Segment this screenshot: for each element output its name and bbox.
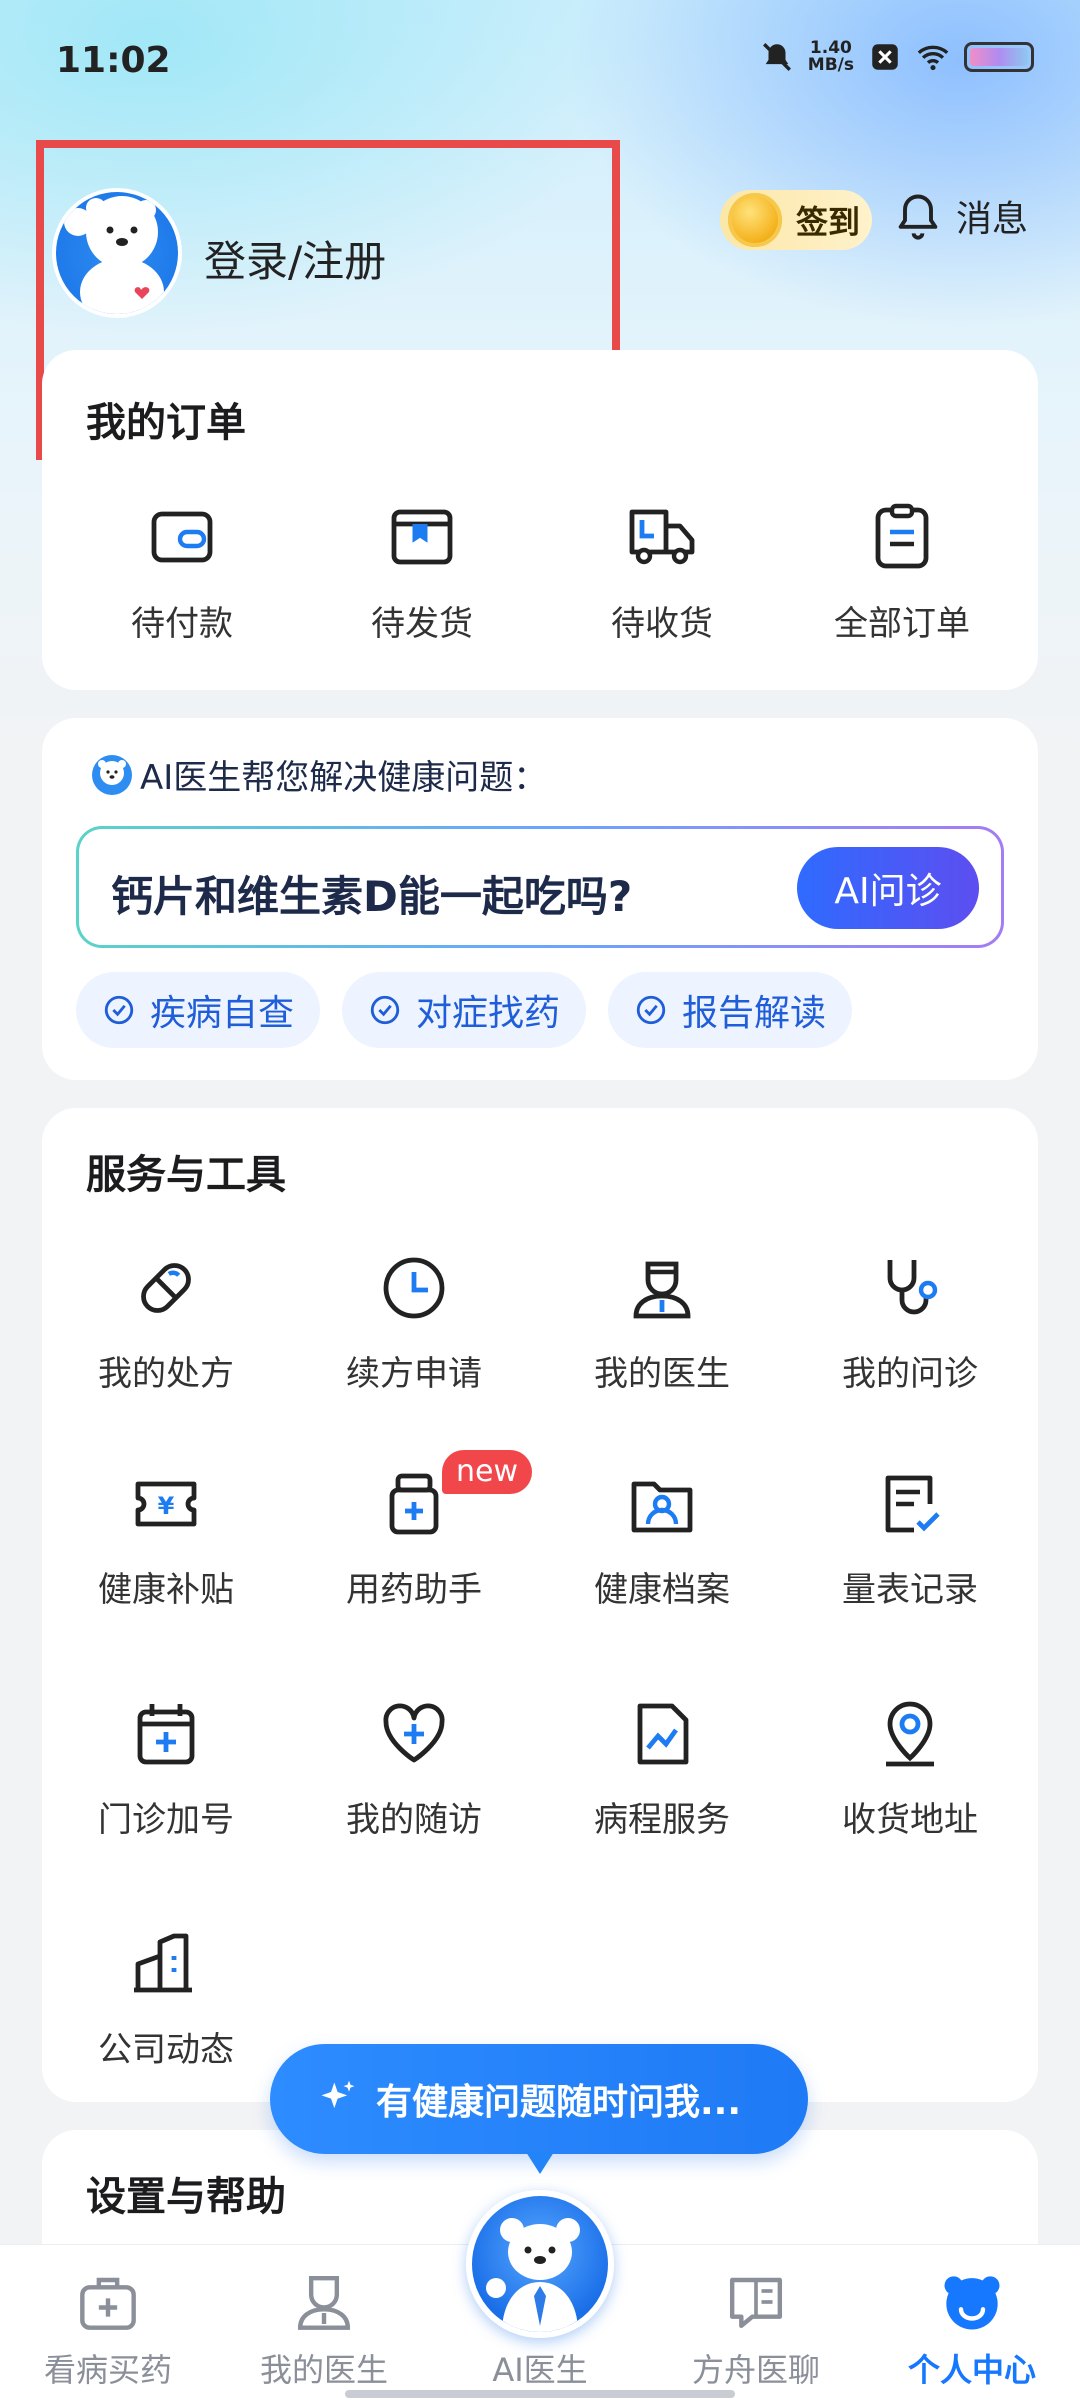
sim-x-icon <box>872 44 898 70</box>
wallet-icon <box>151 511 213 563</box>
signin-button[interactable]: 签到 <box>720 190 872 250</box>
ai-doctor-fab[interactable] <box>466 2190 614 2338</box>
check-circle-icon <box>370 995 400 1025</box>
network-speed: 1.40 MB/s <box>807 38 854 75</box>
chart-doc-icon <box>637 1703 689 1765</box>
folder-user-icon <box>631 1481 693 1533</box>
signin-label: 签到 <box>796 203 861 241</box>
chip-report-reading[interactable]: 报告解读 <box>608 972 853 1048</box>
service-my-doctor[interactable]: 我的医生 <box>538 1252 786 1395</box>
service-scale-records[interactable]: 量表记录 <box>786 1468 1034 1611</box>
avatar[interactable] <box>52 188 182 318</box>
bear-face-icon <box>944 2276 1000 2330</box>
yuan-ticket-icon: ¥ <box>135 1481 197 1527</box>
tab-see-doctor-buy-medicine[interactable]: 看病买药 <box>0 2269 216 2391</box>
status-time: 11:02 <box>56 40 171 81</box>
ai-chips: 疾病自查 对症找药 报告解读 <box>76 972 853 1048</box>
service-medication-assistant[interactable]: 用药助手 new <box>290 1450 538 1611</box>
stethoscope-icon <box>887 1260 938 1315</box>
bear-mascot-icon <box>64 196 164 314</box>
pill-icon <box>141 1263 191 1313</box>
chat-book-icon <box>729 2277 783 2329</box>
orders-card: 我的订单 待付款 待发货 待收货 全部订单 <box>42 350 1038 690</box>
tab-my-doctor[interactable]: 我的医生 <box>216 2269 432 2391</box>
service-renewal[interactable]: 续方申请 <box>290 1252 538 1395</box>
bell-muted-icon <box>762 43 791 71</box>
home-indicator <box>345 2390 735 2398</box>
box-icon <box>391 509 453 565</box>
check-circle-icon <box>636 995 666 1025</box>
service-health-subsidy[interactable]: ¥ 健康补贴 <box>42 1468 290 1611</box>
service-disease-course[interactable]: 病程服务 <box>538 1698 786 1841</box>
ai-question-box[interactable]: 钙片和维生素D能一起吃吗? AI问诊 <box>76 826 1004 948</box>
service-follow-up[interactable]: 我的随访 <box>290 1698 538 1841</box>
order-pending-receipt[interactable]: 待收货 <box>542 500 782 645</box>
services-title: 服务与工具 <box>86 1152 286 1198</box>
service-prescriptions[interactable]: 我的处方 <box>42 1252 290 1395</box>
services-card: 服务与工具 我的处方 续方申请 我的医生 我的问诊 ¥ 健康补贴 用药助手 ne… <box>42 1108 1038 2102</box>
login-register-link[interactable]: 登录/注册 <box>204 228 386 289</box>
doctor-icon <box>633 1261 691 1319</box>
ai-bear-icon <box>486 2218 580 2332</box>
medkit-icon <box>80 2277 136 2330</box>
coin-icon <box>728 193 782 247</box>
service-health-records[interactable]: 健康档案 <box>538 1468 786 1611</box>
ai-consult-button[interactable]: AI问诊 <box>797 847 979 929</box>
location-pin-icon <box>886 1701 934 1767</box>
chip-find-medicine[interactable]: 对症找药 <box>342 972 587 1048</box>
clock-icon <box>383 1257 445 1319</box>
service-company-news[interactable]: 公司动态 <box>42 1928 290 2071</box>
ai-bear-icon <box>92 754 132 795</box>
calendar-plus-icon <box>137 1704 195 1765</box>
ask-anytime-label: 有健康问题随时问我... <box>376 2082 742 2123</box>
settings-title: 设置与帮助 <box>86 2174 286 2220</box>
svg-text:¥: ¥ <box>158 1492 175 1520</box>
checklist-icon <box>885 1475 940 1533</box>
clipboard-icon <box>875 503 929 569</box>
battery-icon <box>964 42 1034 72</box>
tab-personal-center[interactable]: 个人中心 <box>864 2269 1080 2391</box>
order-status-row: 待付款 待发货 待收货 全部订单 <box>42 500 1038 645</box>
status-bar: 11:02 1.40 MB/s <box>0 0 1080 120</box>
ask-anytime-bubble[interactable]: 有健康问题随时问我... <box>270 2044 808 2174</box>
ai-doctor-card: AI医生帮您解决健康问题： 钙片和维生素D能一起吃吗? AI问诊 疾病自查 对症… <box>42 718 1038 1080</box>
chip-disease-self-check[interactable]: 疾病自查 <box>76 972 321 1048</box>
medicine-bottle-icon <box>389 1473 439 1535</box>
service-address[interactable]: 收货地址 <box>786 1698 1034 1841</box>
doctor-icon <box>297 2275 351 2330</box>
service-consultations[interactable]: 我的问诊 <box>786 1252 1034 1395</box>
status-icons: 1.40 MB/s <box>760 40 1034 74</box>
messages-label: 消息 <box>956 199 1029 240</box>
check-circle-icon <box>104 995 134 1025</box>
new-badge: new <box>442 1450 533 1494</box>
sparkle-icon <box>321 2080 355 2109</box>
order-pending-shipment[interactable]: 待发货 <box>302 500 542 645</box>
bell-icon <box>898 194 938 240</box>
wifi-icon <box>917 45 949 71</box>
messages-button[interactable]: 消息 <box>892 190 1028 242</box>
building-icon <box>134 1933 192 1993</box>
service-clinic-plus[interactable]: 门诊加号 <box>42 1698 290 1841</box>
order-pending-payment[interactable]: 待付款 <box>62 500 302 645</box>
order-all[interactable]: 全部订单 <box>782 500 1022 645</box>
truck-icon <box>629 509 695 565</box>
ai-heading: AI医生帮您解决健康问题： <box>90 750 547 799</box>
heart-plus-icon <box>383 1703 445 1763</box>
ai-suggested-question[interactable]: 钙片和维生素D能一起吃吗? <box>111 863 632 924</box>
orders-title: 我的订单 <box>86 400 246 446</box>
tab-fangzhou-chat[interactable]: 方舟医聊 <box>648 2269 864 2391</box>
